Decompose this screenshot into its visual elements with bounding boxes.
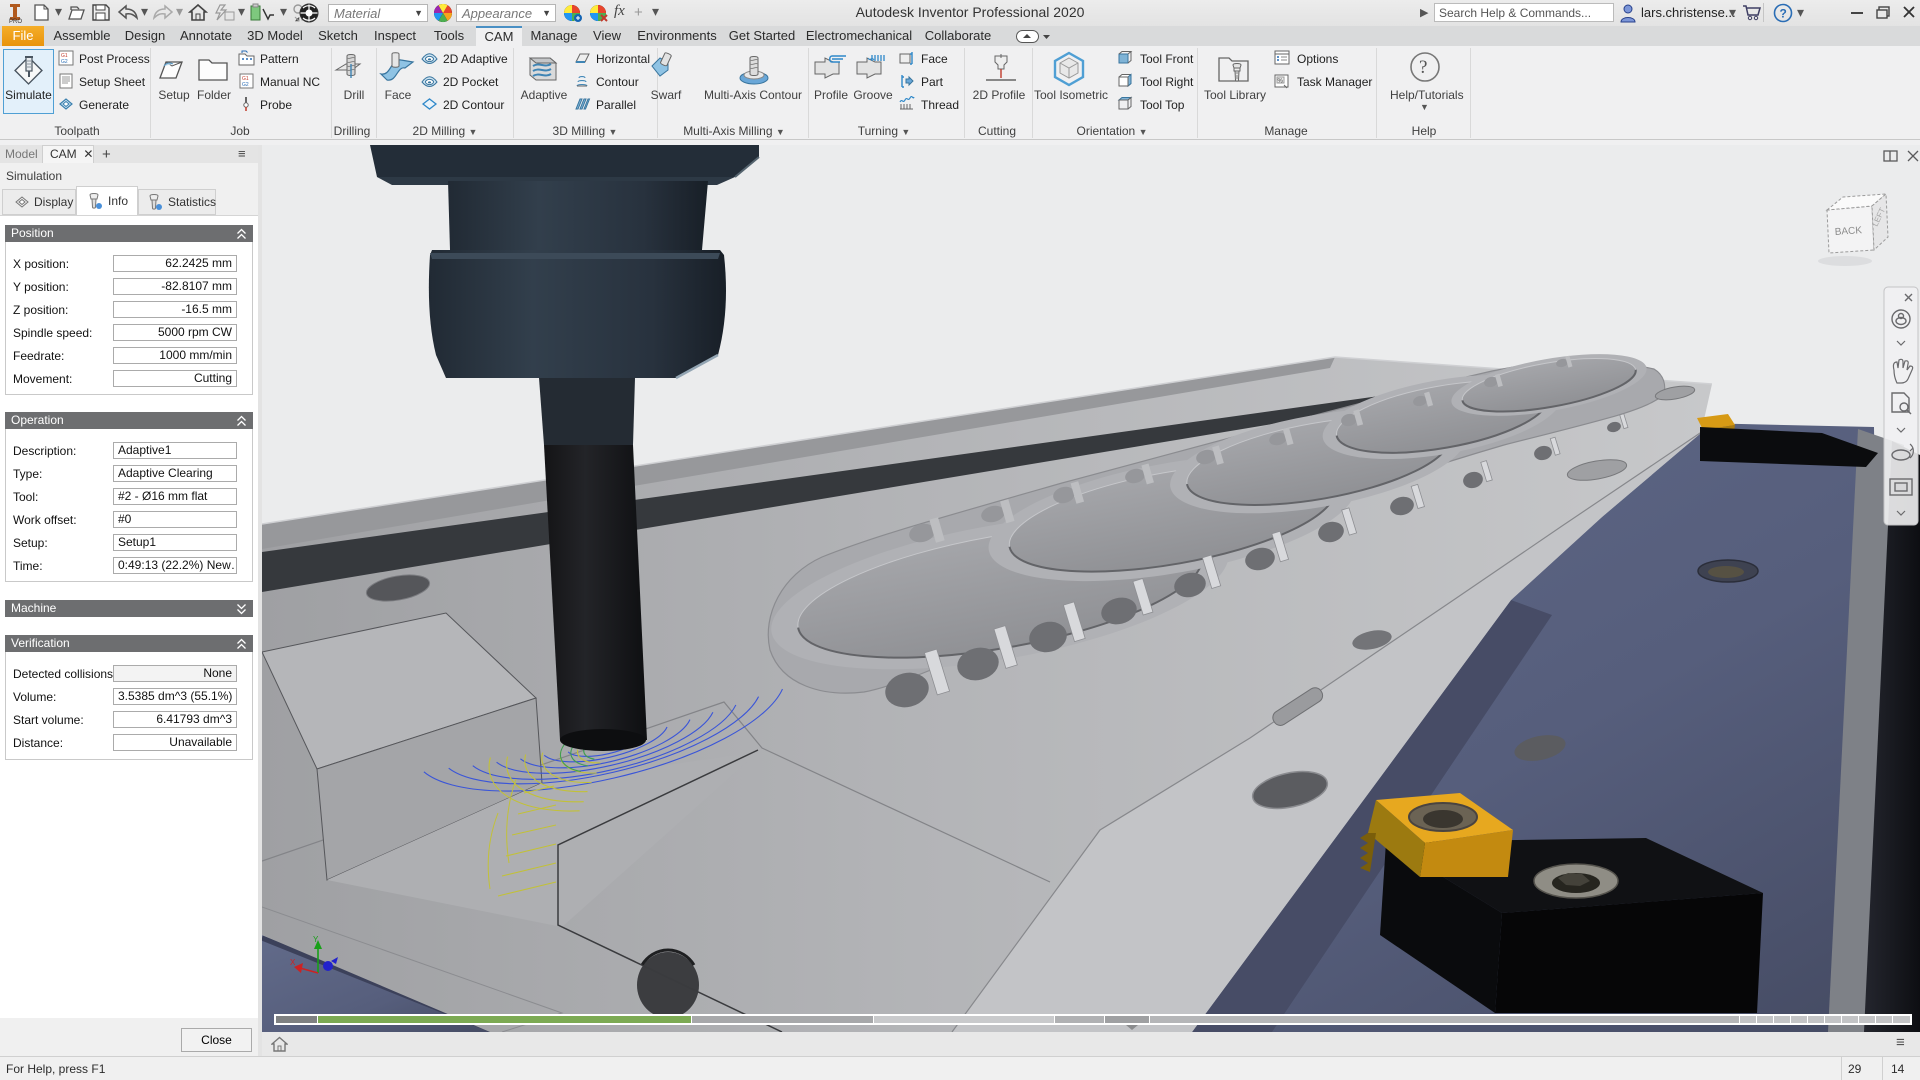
svg-text:G2: G2 (242, 82, 249, 88)
svg-text:X: X (290, 958, 296, 967)
svg-text:%: % (1278, 79, 1284, 85)
svg-text:PRO: PRO (9, 19, 22, 24)
svg-text:BACK: BACK (1834, 225, 1862, 238)
svg-text:?: ? (1780, 7, 1787, 21)
svg-text:G2: G2 (61, 59, 68, 65)
svg-text:?: ? (1419, 57, 1427, 78)
svg-text:Y: Y (313, 935, 319, 944)
